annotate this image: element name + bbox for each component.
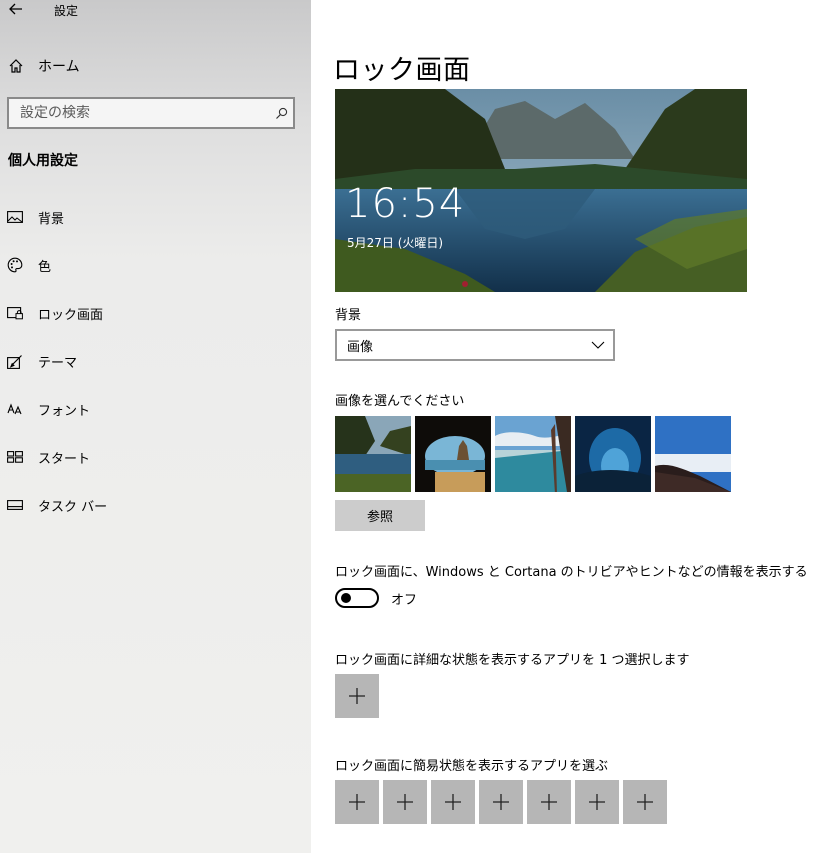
add-quick-app-button[interactable] [527, 780, 571, 824]
thumbnail-sea-cliff[interactable] [495, 416, 571, 492]
settings-search[interactable] [7, 97, 295, 129]
back-arrow-icon [9, 3, 22, 15]
plus-icon [541, 794, 557, 810]
sidebar-item-label: タスク バー [38, 499, 108, 515]
plus-icon [445, 794, 461, 810]
detailed-app-label: ロック画面に詳細な状態を表示するアプリを 1 つ選択します [335, 653, 690, 668]
add-quick-app-button[interactable] [335, 780, 379, 824]
thumbnail-ice-cave[interactable] [575, 416, 651, 492]
sidebar-item-label: ロック画面 [38, 307, 104, 323]
chevron-down-icon [591, 341, 605, 349]
quick-apps-row [335, 780, 667, 824]
add-quick-app-button[interactable] [383, 780, 427, 824]
fun-facts-label: ロック画面に、Windows と Cortana のトリビアやヒントなどの情報を… [335, 565, 808, 580]
add-quick-app-button[interactable] [479, 780, 523, 824]
lock-date: 5月27日 (火曜日) [347, 236, 444, 250]
quick-apps-label: ロック画面に簡易状態を表示するアプリを選ぶ [335, 759, 609, 774]
plus-icon [493, 794, 509, 810]
fun-facts-toggle[interactable] [335, 588, 379, 608]
sidebar-item-label: スタート [38, 451, 91, 467]
title-bar: 設定 [0, 0, 311, 22]
background-dropdown[interactable]: 画像 [335, 329, 615, 361]
sidebar-item-fonts[interactable]: フォント [0, 389, 311, 429]
image-thumbnails [335, 416, 731, 492]
search-input[interactable] [9, 99, 269, 127]
sidebar-item-taskbar[interactable]: タスク バー [0, 485, 311, 525]
sidebar-item-colors[interactable]: 色 [0, 245, 311, 285]
add-detailed-app-button[interactable] [335, 674, 379, 718]
section-heading: 個人用設定 [8, 153, 78, 169]
theme-icon [7, 353, 23, 369]
sidebar-item-background[interactable]: 背景 [0, 197, 311, 237]
add-quick-app-button[interactable] [623, 780, 667, 824]
plus-icon [349, 688, 365, 704]
lock-screen-preview: 16:54 5月27日 (火曜日) [335, 89, 747, 292]
app-title: 設定 [54, 4, 79, 18]
main-content: ロック画面 16:54 5月27日 (火曜日) 背景 画像 画像を選んでください [311, 0, 833, 853]
font-icon [7, 401, 23, 417]
picture-icon [7, 209, 23, 225]
fun-facts-toggle-row: オフ [335, 588, 417, 608]
home-link[interactable]: ホーム [8, 54, 80, 78]
toggle-knob [341, 593, 351, 603]
thumbnail-lake[interactable] [335, 416, 411, 492]
sidebar-item-label: 背景 [38, 211, 65, 227]
sidebar-item-lock-screen[interactable]: ロック画面 [0, 293, 311, 333]
plus-icon [589, 794, 605, 810]
search-icon[interactable] [269, 99, 293, 127]
home-label: ホーム [38, 59, 80, 75]
toggle-state-label: オフ [391, 592, 418, 608]
taskbar-icon [7, 497, 23, 513]
page-title: ロック画面 [333, 55, 471, 86]
plus-icon [349, 794, 365, 810]
background-dropdown-value: 画像 [347, 339, 374, 355]
sidebar-item-label: 色 [38, 259, 52, 275]
thumbnail-volcano-summit[interactable] [655, 416, 731, 492]
choose-image-label: 画像を選んでください [335, 394, 465, 409]
back-button[interactable] [8, 0, 24, 18]
sidebar-item-theme[interactable]: テーマ [0, 341, 311, 381]
add-quick-app-button[interactable] [431, 780, 475, 824]
thumbnail-cave-beach[interactable] [415, 416, 491, 492]
lock-screen-icon [7, 305, 23, 321]
browse-button[interactable]: 参照 [335, 500, 425, 531]
home-icon [9, 59, 23, 73]
sidebar-item-label: テーマ [38, 355, 78, 371]
sidebar: 設定 ホーム 個人用設定 背景 色 ロック画面 [0, 0, 311, 853]
plus-icon [637, 794, 653, 810]
sidebar-item-start[interactable]: スタート [0, 437, 311, 477]
palette-icon [7, 257, 23, 273]
lock-time: 16:54 [345, 181, 466, 227]
plus-icon [397, 794, 413, 810]
start-icon [7, 449, 23, 465]
add-quick-app-button[interactable] [575, 780, 619, 824]
sidebar-item-label: フォント [38, 403, 91, 419]
background-label: 背景 [335, 308, 362, 323]
